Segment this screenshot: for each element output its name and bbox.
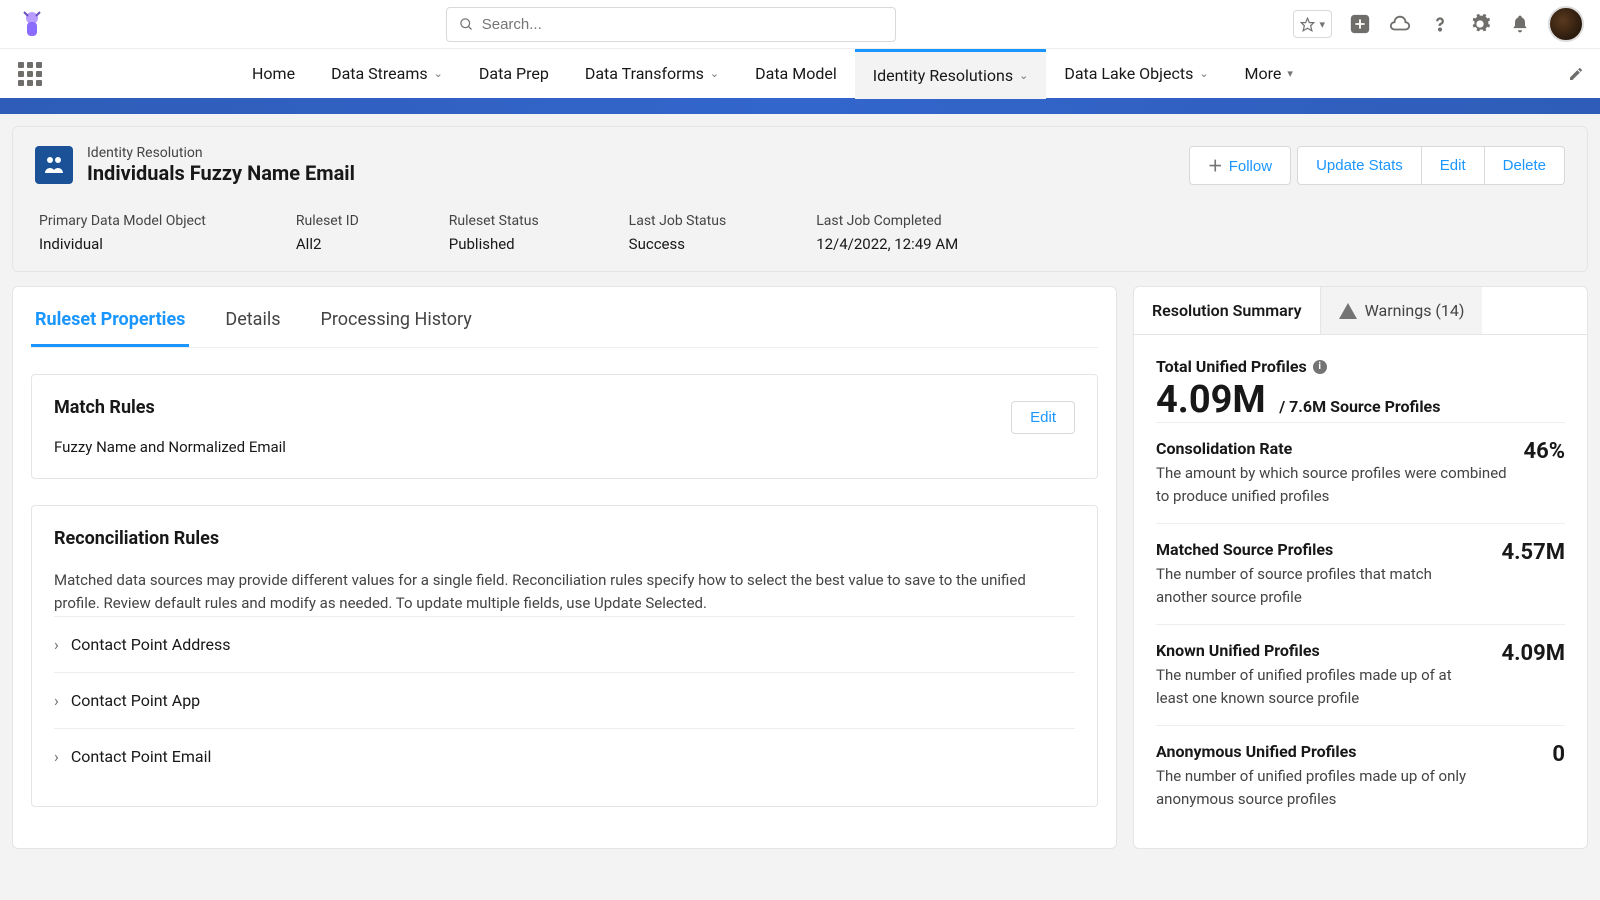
stat-consolidation-rate: Consolidation Rate The amount by which s… [1156, 422, 1565, 523]
cloud-icon[interactable] [1388, 12, 1412, 36]
match-rule-item: Fuzzy Name and Normalized Email [54, 438, 1075, 456]
user-avatar[interactable] [1548, 6, 1584, 42]
nav-data-prep[interactable]: Data Prep [461, 49, 567, 99]
update-stats-button[interactable]: Update Stats [1297, 146, 1422, 185]
stat-known-unified-profiles: Known Unified Profiles The number of uni… [1156, 624, 1565, 725]
identity-resolution-icon [35, 146, 73, 184]
field-job-status: Last Job Status Success [629, 213, 727, 253]
app-launcher-icon[interactable] [16, 60, 44, 88]
nav-data-lake-objects[interactable]: Data Lake Objects⌄ [1046, 49, 1226, 99]
field-ruleset-id: Ruleset ID All2 [296, 213, 359, 253]
field-primary-object: Primary Data Model Object Individual [39, 213, 206, 253]
object-type-label: Identity Resolution [87, 145, 355, 161]
nav-home[interactable]: Home [234, 49, 313, 99]
nav-data-transforms[interactable]: Data Transforms⌄ [567, 49, 737, 99]
match-rules-card: Match Rules Edit Fuzzy Name and Normaliz… [31, 374, 1098, 479]
tab-resolution-summary[interactable]: Resolution Summary [1134, 287, 1320, 334]
nav-identity-resolutions[interactable]: Identity Resolutions⌄ [855, 49, 1047, 99]
record-header: Identity Resolution Individuals Fuzzy Na… [12, 126, 1588, 272]
stat-anonymous-unified-profiles: Anonymous Unified Profiles The number of… [1156, 725, 1565, 826]
chevron-down-icon: ⌄ [710, 67, 719, 80]
star-icon [1300, 17, 1315, 32]
tab-warnings[interactable]: Warnings (14) [1320, 287, 1483, 334]
gear-icon[interactable] [1468, 12, 1492, 36]
nav-data-streams[interactable]: Data Streams⌄ [313, 49, 461, 99]
field-job-completed: Last Job Completed 12/4/2022, 12:49 AM [816, 213, 958, 253]
nav-data-model[interactable]: Data Model [737, 49, 855, 99]
total-unified-label: Total Unified Profiles i [1156, 357, 1565, 376]
record-title: Individuals Fuzzy Name Email [87, 161, 355, 185]
match-rules-edit-button[interactable]: Edit [1011, 401, 1075, 434]
field-ruleset-status: Ruleset Status Published [449, 213, 539, 253]
reconciliation-description: Matched data sources may provide differe… [54, 569, 1075, 616]
total-unified-value: 4.09M [1156, 378, 1266, 422]
help-icon[interactable] [1428, 12, 1452, 36]
follow-button[interactable]: ＋Follow [1189, 146, 1291, 185]
chevron-down-icon: ⌄ [434, 67, 443, 80]
nav-more[interactable]: More▾ [1227, 49, 1311, 99]
tab-details[interactable]: Details [221, 301, 284, 347]
chevron-right-icon: › [54, 691, 59, 710]
edit-nav-icon[interactable] [1568, 66, 1584, 82]
chevron-down-icon: ⌄ [1019, 69, 1028, 82]
accordion-contact-point-address[interactable]: › Contact Point Address [54, 616, 1075, 672]
chevron-right-icon: › [54, 635, 59, 654]
app-logo [16, 8, 48, 40]
search-icon [459, 17, 474, 32]
chevron-down-icon: ⌄ [1199, 67, 1208, 80]
accordion-contact-point-email[interactable]: › Contact Point Email [54, 728, 1075, 784]
search-input[interactable] [482, 16, 883, 33]
stat-matched-source-profiles: Matched Source Profiles The number of so… [1156, 523, 1565, 624]
chevron-down-icon: ▾ [1287, 67, 1293, 80]
favorites-button[interactable]: ▾ [1293, 10, 1332, 38]
tab-ruleset-properties[interactable]: Ruleset Properties [31, 301, 189, 347]
add-button[interactable] [1348, 12, 1372, 36]
info-icon[interactable]: i [1313, 360, 1327, 374]
match-rules-heading: Match Rules [54, 397, 155, 418]
chevron-right-icon: › [54, 747, 59, 766]
chevron-down-icon: ▾ [1319, 18, 1325, 31]
tab-processing-history[interactable]: Processing History [317, 301, 476, 347]
reconciliation-heading: Reconciliation Rules [54, 528, 1075, 549]
edit-button[interactable]: Edit [1422, 146, 1485, 185]
source-profiles-value: / 7.6M Source Profiles [1279, 397, 1440, 416]
warning-icon [1339, 303, 1357, 319]
reconciliation-rules-card: Reconciliation Rules Matched data source… [31, 505, 1098, 807]
global-search[interactable] [446, 7, 896, 42]
bell-icon[interactable] [1508, 12, 1532, 36]
delete-button[interactable]: Delete [1485, 146, 1565, 185]
accordion-contact-point-app[interactable]: › Contact Point App [54, 672, 1075, 728]
